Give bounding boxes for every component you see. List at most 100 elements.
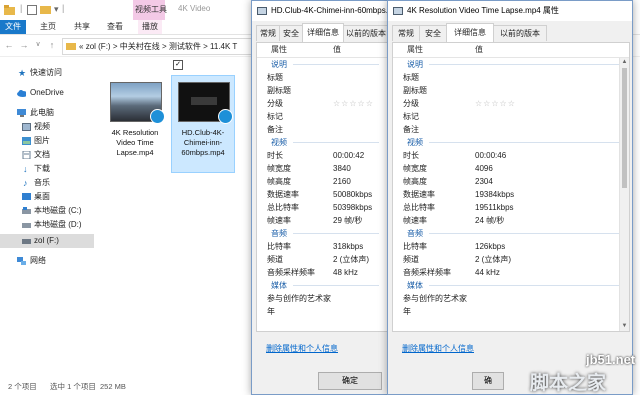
remove-properties-link[interactable]: 删除属性和个人信息 bbox=[402, 343, 474, 354]
details-row[interactable]: 帧高度 2160 bbox=[257, 175, 379, 188]
tab-view[interactable]: 查看 bbox=[103, 20, 127, 34]
details-section-header[interactable]: 视频 bbox=[393, 136, 619, 149]
tab-details[interactable]: 详细信息 bbox=[302, 23, 344, 42]
tab-share[interactable]: 共享 bbox=[70, 20, 94, 34]
details-section-header[interactable]: 音频 bbox=[393, 227, 619, 240]
details-row[interactable]: 副标题 bbox=[393, 84, 619, 97]
tab-file[interactable]: 文件 bbox=[0, 20, 26, 34]
breadcrumb-separator[interactable]: > bbox=[162, 42, 167, 51]
tab-play[interactable]: 播放 bbox=[138, 20, 162, 34]
breadcrumb-item[interactable]: 11.4K T bbox=[210, 42, 237, 51]
qat-dropdown-icon[interactable]: ▾ bbox=[54, 4, 59, 15]
qat-checkbox[interactable] bbox=[27, 5, 37, 15]
address-field[interactable]: « zol (F:) > 中关村在线 > 测试软件 > 11.4K T bbox=[62, 38, 264, 55]
details-row[interactable]: 备注 bbox=[257, 123, 379, 136]
details-row[interactable]: 时长 00:00:46 bbox=[393, 149, 619, 162]
details-row[interactable]: 标记 bbox=[257, 110, 379, 123]
recent-dropdown-icon[interactable]: ∨ bbox=[32, 39, 44, 51]
details-row[interactable]: 分级 ☆☆☆☆☆ bbox=[257, 97, 379, 110]
tab-general[interactable]: 常规 bbox=[392, 25, 420, 41]
selection-checkbox[interactable]: ✓ bbox=[173, 60, 183, 70]
details-row[interactable]: 帧速率 24 帧/秒 bbox=[393, 214, 619, 227]
details-row[interactable]: 频道 2 (立体声) bbox=[393, 253, 619, 266]
remove-properties-link[interactable]: 删除属性和个人信息 bbox=[266, 343, 338, 354]
details-row[interactable]: 音频采样频率 44 kHz bbox=[393, 266, 619, 279]
nav-item-this-pc[interactable]: 此电脑 bbox=[0, 106, 94, 120]
breadcrumb-separator[interactable]: > bbox=[113, 42, 118, 51]
details-row[interactable]: 参与创作的艺术家 bbox=[393, 292, 619, 305]
column-header-property[interactable]: 属性 bbox=[271, 43, 287, 57]
breadcrumb-item[interactable]: 中关村在线 bbox=[120, 42, 160, 51]
details-section-header[interactable]: 媒体 bbox=[257, 279, 379, 292]
details-section-header[interactable]: 说明 bbox=[393, 58, 619, 71]
details-row[interactable]: 数据速率 50080kbps bbox=[257, 188, 379, 201]
nav-item-music[interactable]: ♪ 音乐 bbox=[0, 176, 94, 190]
details-row[interactable]: 年 bbox=[257, 305, 379, 318]
nav-item-desktop[interactable]: 桌面 bbox=[0, 190, 94, 204]
details-scrollbar[interactable]: ▲ ▼ bbox=[619, 58, 629, 331]
details-section-header[interactable]: 说明 bbox=[257, 58, 379, 71]
details-section-header[interactable]: 视频 bbox=[257, 136, 379, 149]
breadcrumb-item[interactable]: 测试软件 bbox=[169, 42, 201, 51]
rating-stars-icon[interactable]: ☆☆☆☆☆ bbox=[475, 97, 516, 110]
nav-item-network[interactable]: 网络 bbox=[0, 254, 94, 268]
nav-item-videos[interactable]: 视频 bbox=[0, 120, 94, 134]
tab-home[interactable]: 主页 bbox=[36, 20, 60, 34]
nav-item-onedrive[interactable]: OneDrive bbox=[0, 86, 94, 100]
details-row[interactable]: 帧宽度 3840 bbox=[257, 162, 379, 175]
details-row[interactable]: 副标题 bbox=[257, 84, 379, 97]
scrollbar-thumb[interactable] bbox=[622, 68, 627, 188]
details-row[interactable]: 频道 2 (立体声) bbox=[257, 253, 379, 266]
property-name: 标记 bbox=[267, 112, 283, 121]
file-item-selected[interactable]: ✓ HD.Club-4K-Chimei-inn-60mbps.mp4 bbox=[171, 60, 235, 173]
details-row[interactable]: 数据速率 19384kbps bbox=[393, 188, 619, 201]
details-row[interactable]: 时长 00:00:42 bbox=[257, 149, 379, 162]
nav-item-drive-f[interactable]: zol (F:) bbox=[0, 234, 94, 248]
nav-item-drive-d[interactable]: 本地磁盘 (D:) bbox=[0, 218, 94, 232]
scroll-up-icon[interactable]: ▲ bbox=[620, 58, 629, 67]
file-item[interactable]: 4K Resolution Video Time Lapse.mp4 bbox=[104, 76, 166, 172]
details-row[interactable]: 年 bbox=[393, 305, 619, 318]
details-section-header[interactable]: 音频 bbox=[257, 227, 379, 240]
tab-previous-versions[interactable]: 以前的版本 bbox=[343, 25, 389, 41]
tab-security[interactable]: 安全 bbox=[419, 25, 447, 41]
breadcrumb-item[interactable]: zol (F:) bbox=[86, 42, 111, 51]
up-arrow-icon[interactable]: ↑ bbox=[46, 39, 58, 51]
column-header-value[interactable]: 值 bbox=[475, 43, 483, 57]
breadcrumb-separator[interactable]: > bbox=[203, 42, 208, 51]
details-row[interactable]: 分级 ☆☆☆☆☆ bbox=[393, 97, 619, 110]
details-row[interactable]: 比特率 318kbps bbox=[257, 240, 379, 253]
details-row[interactable]: 音频采样频率 48 kHz bbox=[257, 266, 379, 279]
rating-stars-icon[interactable]: ☆☆☆☆☆ bbox=[333, 97, 374, 110]
column-header-value[interactable]: 值 bbox=[333, 43, 341, 57]
ok-button[interactable]: 确定 bbox=[318, 372, 382, 390]
details-row[interactable]: 比特率 126kbps bbox=[393, 240, 619, 253]
forward-arrow-icon[interactable]: → bbox=[18, 39, 30, 51]
tab-previous-versions[interactable]: 以前的版本 bbox=[493, 25, 547, 41]
nav-item-quick-access[interactable]: ★ 快速访问 bbox=[0, 66, 94, 80]
details-row[interactable]: 帧高度 2304 bbox=[393, 175, 619, 188]
details-row[interactable]: 帧宽度 4096 bbox=[393, 162, 619, 175]
tab-details[interactable]: 详细信息 bbox=[446, 23, 494, 42]
tab-general[interactable]: 常规 bbox=[256, 25, 280, 41]
ok-button[interactable]: 确 bbox=[472, 372, 504, 390]
details-row[interactable]: 总比特率 50398kbps bbox=[257, 201, 379, 214]
details-row[interactable]: 总比特率 19511kbps bbox=[393, 201, 619, 214]
nav-item-drive-c[interactable]: 本地磁盘 (C:) bbox=[0, 204, 94, 218]
details-row[interactable]: 标题 bbox=[393, 71, 619, 84]
details-row[interactable]: 参与创作的艺术家 bbox=[257, 292, 379, 305]
column-header-property[interactable]: 属性 bbox=[407, 43, 423, 57]
nav-item-documents[interactable]: 文档 bbox=[0, 148, 94, 162]
back-arrow-icon[interactable]: ← bbox=[3, 39, 15, 51]
tab-security[interactable]: 安全 bbox=[279, 25, 303, 41]
details-row[interactable]: 备注 bbox=[393, 123, 619, 136]
details-row[interactable]: 帧速率 29 帧/秒 bbox=[257, 214, 379, 227]
scroll-down-icon[interactable]: ▼ bbox=[620, 322, 629, 331]
details-row[interactable]: 标记 bbox=[393, 110, 619, 123]
nav-item-downloads[interactable]: ↓ 下载 bbox=[0, 162, 94, 176]
details-section-header[interactable]: 媒体 bbox=[393, 279, 619, 292]
breadcrumb-overflow[interactable]: « bbox=[79, 42, 83, 51]
nav-item-pictures[interactable]: 图片 bbox=[0, 134, 94, 148]
details-row[interactable]: 标题 bbox=[257, 71, 379, 84]
new-folder-icon[interactable] bbox=[40, 4, 51, 15]
